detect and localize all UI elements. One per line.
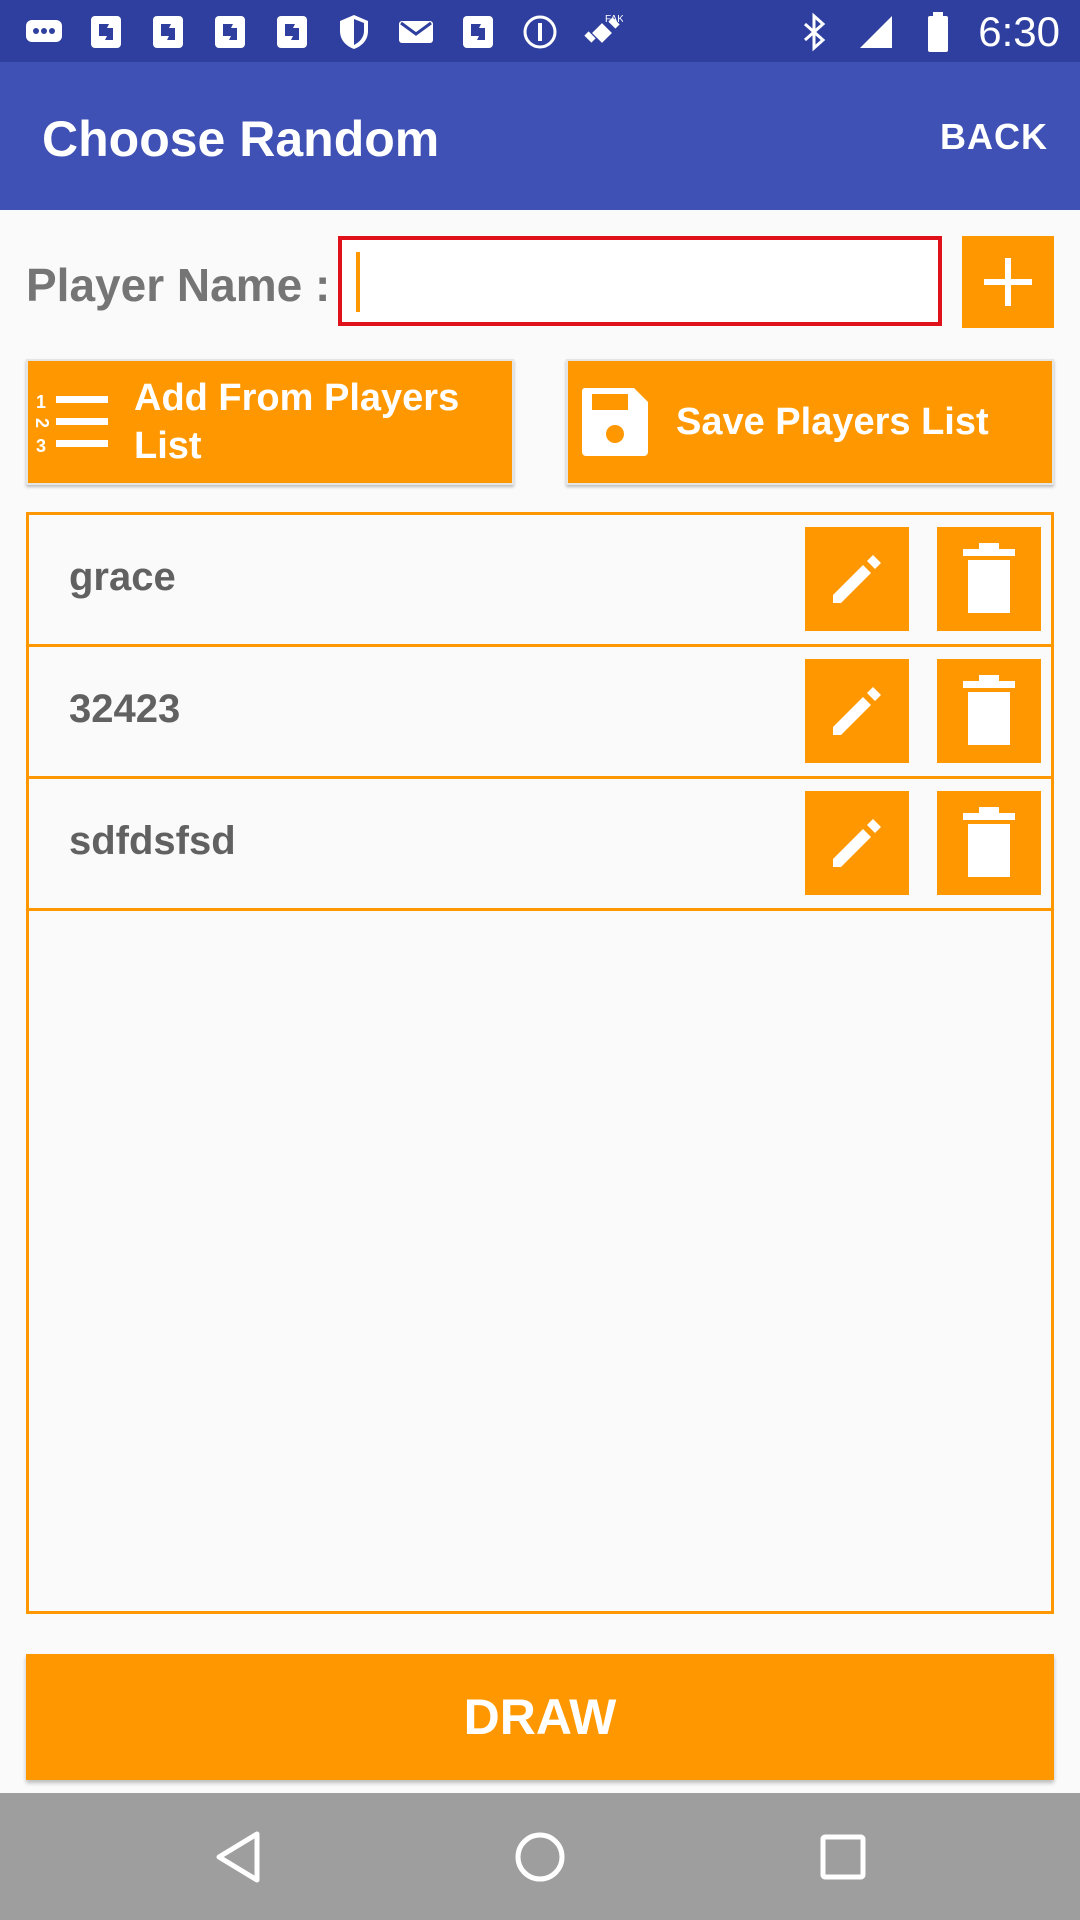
app-bar: Choose Random BACK — [0, 62, 1080, 210]
chat-icon — [22, 12, 66, 52]
pencil-icon — [833, 687, 881, 735]
back-button[interactable]: BACK — [940, 116, 1048, 158]
text-cursor — [356, 252, 360, 312]
notification-icons: FAKE — [22, 12, 624, 52]
players-list: grace 32423 sdfdsfsd — [26, 512, 1054, 1614]
shield-icon — [332, 12, 376, 52]
add-from-players-list-label: Add From Players List — [134, 377, 460, 467]
edit-button[interactable] — [805, 659, 909, 763]
page-title: Choose Random — [42, 111, 440, 167]
draw-button[interactable]: DRAW — [26, 1654, 1054, 1780]
pencil-icon — [833, 819, 881, 867]
add-player-button[interactable] — [962, 236, 1054, 328]
system-status: 6:30 — [792, 8, 1060, 56]
flag-icon — [270, 12, 314, 52]
bluetooth-icon — [792, 12, 836, 52]
player-name: 32423 — [69, 687, 181, 731]
nav-home-button[interactable] — [500, 1817, 580, 1897]
trash-icon — [963, 543, 1015, 613]
pencil-icon — [833, 555, 881, 603]
clock: 6:30 — [978, 8, 1060, 55]
trash-icon — [963, 675, 1015, 745]
plus-icon — [984, 258, 1032, 306]
player-name-input[interactable] — [338, 236, 942, 326]
svg-text:FAKE: FAKE — [605, 14, 623, 25]
circle-home-icon — [515, 1832, 565, 1882]
svg-text:1: 1 — [36, 392, 46, 412]
edit-button[interactable] — [805, 791, 909, 895]
save-players-list-button[interactable]: Save Players List — [566, 359, 1054, 485]
edit-button[interactable] — [805, 527, 909, 631]
signal-icon — [854, 12, 898, 52]
list-item: 32423 — [29, 647, 1051, 779]
mail-icon — [394, 12, 438, 52]
trash-icon — [963, 807, 1015, 877]
player-name-label: Player Name : — [26, 259, 331, 311]
delete-button[interactable] — [937, 527, 1041, 631]
add-from-players-list-button[interactable]: 1 2 3 Add From Players List — [26, 359, 514, 485]
battery-icon — [916, 12, 960, 52]
navigation-bar — [0, 1793, 1080, 1920]
save-icon — [578, 386, 652, 458]
nav-back-button[interactable] — [198, 1817, 278, 1897]
triangle-back-icon — [216, 1831, 260, 1883]
flag-icon — [208, 12, 252, 52]
flag-icon — [456, 12, 500, 52]
nav-recents-button[interactable] — [803, 1817, 883, 1897]
delete-button[interactable] — [937, 659, 1041, 763]
list-item: sdfdsfsd — [29, 779, 1051, 911]
player-name: grace — [69, 555, 176, 599]
delete-button[interactable] — [937, 791, 1041, 895]
satellite-icon: FAKE — [580, 12, 624, 52]
flag-icon — [84, 12, 128, 52]
info-icon — [518, 12, 562, 52]
svg-text:3: 3 — [36, 436, 46, 454]
save-players-list-label: Save Players List — [676, 401, 989, 443]
status-bar: FAKE 6:30 — [0, 0, 1080, 62]
player-name: sdfdsfsd — [69, 819, 236, 863]
svg-text:2: 2 — [34, 418, 52, 428]
flag-icon — [146, 12, 190, 52]
square-recents-icon — [820, 1834, 866, 1880]
list-item: grace — [29, 515, 1051, 647]
numbered-list-icon: 1 2 3 — [34, 390, 112, 454]
